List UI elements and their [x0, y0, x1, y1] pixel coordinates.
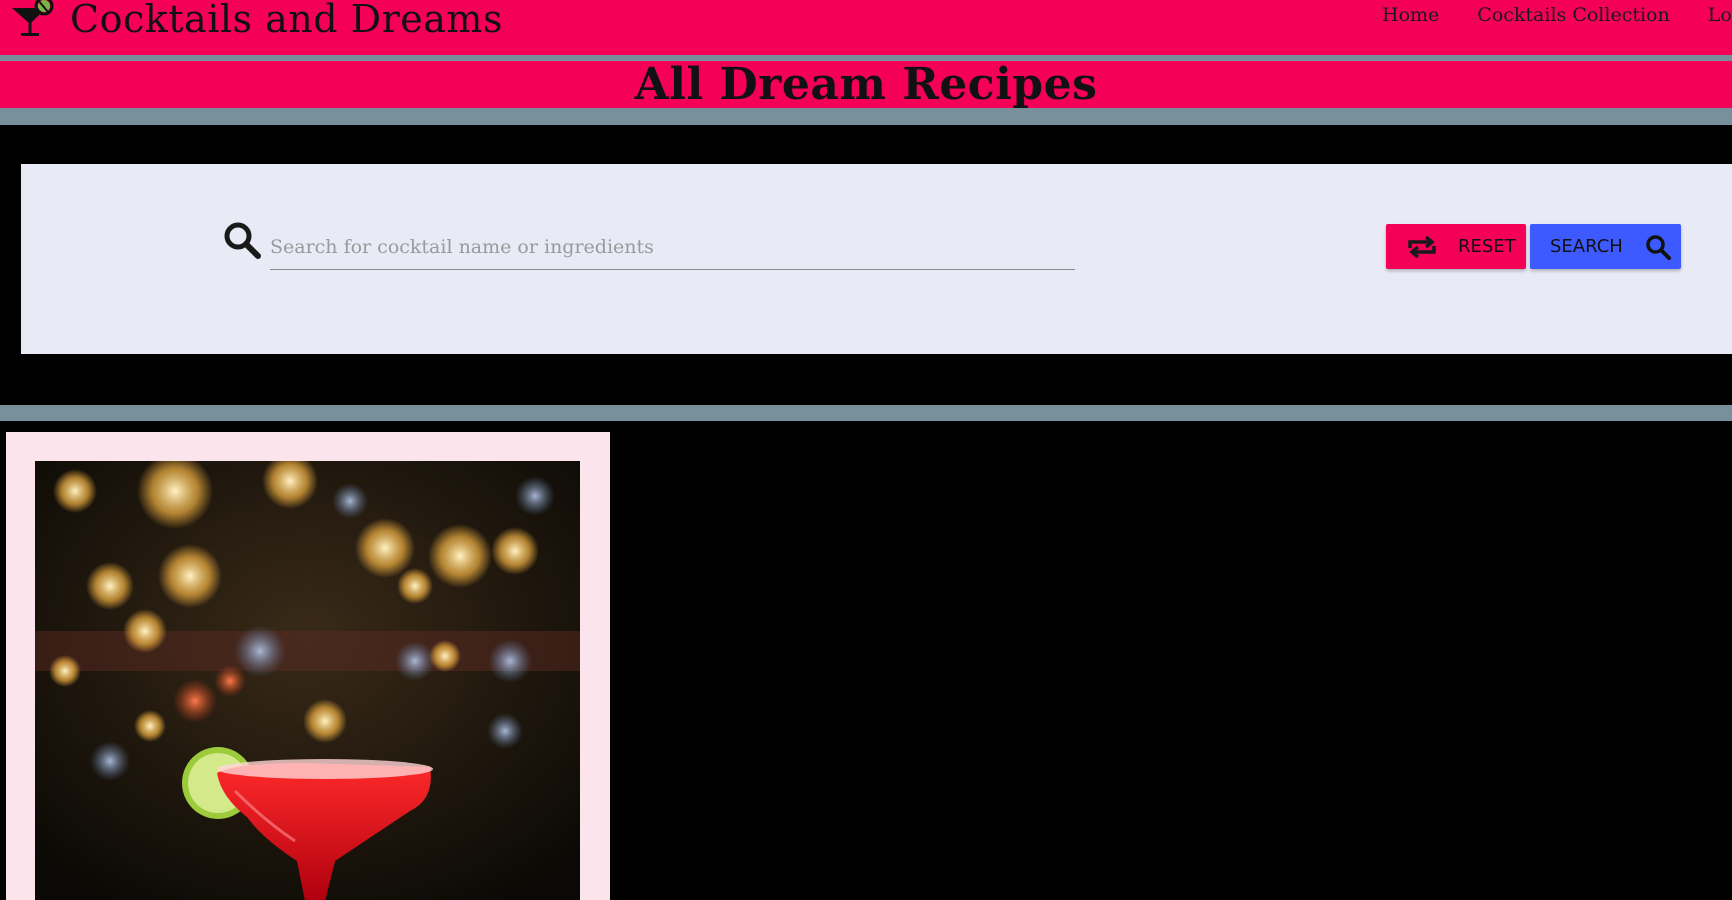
search-button-label: SEARCH [1550, 236, 1623, 257]
cocktail-image[interactable] [35, 461, 580, 900]
reset-button-label: RESET [1458, 236, 1516, 257]
app-title: Cocktails and Dreams [70, 0, 503, 41]
section-divider [0, 405, 1732, 421]
nav-login-link[interactable]: Log [1708, 4, 1732, 26]
repeat-icon [1408, 235, 1436, 258]
page-title: All Dream Recipes [634, 59, 1098, 110]
search-input[interactable] [270, 224, 1075, 270]
cocktail-glass-icon [12, 0, 54, 36]
nav-home-link[interactable]: Home [1382, 4, 1439, 26]
reset-button[interactable]: RESET [1386, 224, 1526, 269]
nav-cocktails-collection-link[interactable]: Cocktails Collection [1477, 4, 1669, 26]
title-banner: All Dream Recipes [0, 61, 1732, 108]
search-icon [224, 222, 261, 259]
top-navbar: Cocktails and Dreams Home Cocktails Coll… [0, 0, 1732, 55]
search-button[interactable]: SEARCH [1530, 224, 1681, 269]
search-icon [1646, 234, 1671, 260]
margarita-photo [35, 461, 580, 900]
nav-links: Home Cocktails Collection Log [1382, 4, 1732, 26]
brand[interactable]: Cocktails and Dreams [8, 0, 503, 44]
